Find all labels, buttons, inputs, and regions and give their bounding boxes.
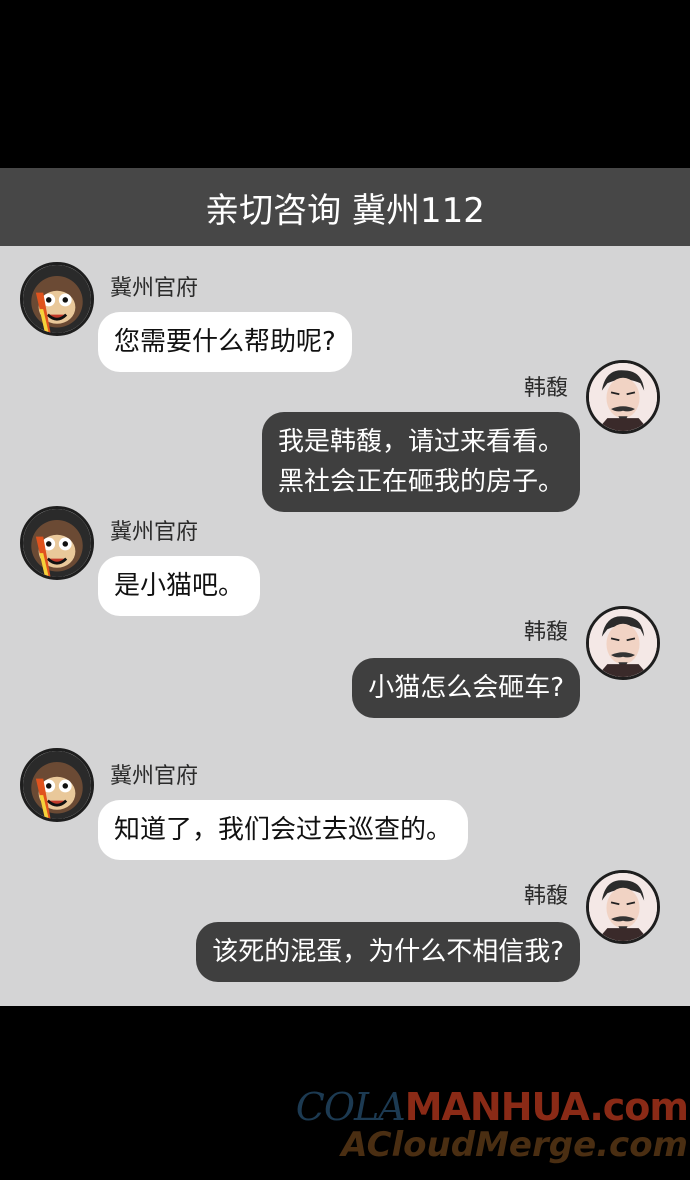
message-bubble-incoming: 您需要什么帮助呢? bbox=[98, 312, 352, 372]
chat-header: 亲切咨询 冀州112 bbox=[0, 168, 690, 246]
message-text: 该死的混蛋，为什么不相信我? bbox=[212, 937, 564, 967]
chat-panel: 亲切咨询 冀州112 冀州官府 您需要什么帮助呢? 韩馥 我是韩馥，请过来看看。… bbox=[0, 168, 690, 1006]
message-bubble-outgoing: 该死的混蛋，为什么不相信我? bbox=[196, 922, 580, 982]
message-bubble-outgoing: 小猫怎么会砸车? bbox=[352, 658, 580, 718]
message-text: 我是韩馥，请过来看看。 bbox=[277, 427, 564, 457]
monkey-avatar-icon bbox=[20, 748, 94, 822]
message-text: 您需要什么帮助呢? bbox=[114, 327, 336, 357]
man-avatar-icon bbox=[586, 606, 660, 680]
watermark-part-2: MANHUA.com bbox=[404, 1085, 689, 1129]
message-bubble-incoming: 是小猫吧。 bbox=[98, 556, 261, 616]
man-avatar-icon bbox=[586, 360, 660, 434]
message-bubble-incoming: 知道了，我们会过去巡查的。 bbox=[98, 800, 469, 860]
message-text: 是小猫吧。 bbox=[114, 571, 245, 601]
sender-name: 韩馥 bbox=[523, 620, 568, 645]
watermark-part-1: COLA bbox=[295, 1085, 406, 1129]
chat-title: 亲切咨询 冀州112 bbox=[205, 190, 485, 231]
message-bubble-outgoing: 我是韩馥，请过来看看。 黑社会正在砸我的房子。 bbox=[261, 412, 580, 512]
message-text: 黑社会正在砸我的房子。 bbox=[277, 467, 564, 497]
message-text: 知道了，我们会过去巡查的。 bbox=[114, 815, 453, 845]
monkey-avatar-icon bbox=[20, 262, 94, 336]
sender-name: 韩馥 bbox=[523, 376, 568, 401]
watermark-line-2: ACloudMerge.com bbox=[341, 1125, 688, 1165]
sender-name: 冀州官府 bbox=[110, 764, 199, 789]
sender-name: 冀州官府 bbox=[110, 276, 199, 301]
sender-name: 韩馥 bbox=[523, 884, 568, 909]
watermark-line-1: COLAMANHUA.com bbox=[292, 1085, 689, 1129]
sender-name: 冀州官府 bbox=[110, 520, 199, 545]
man-avatar-icon bbox=[586, 870, 660, 944]
monkey-avatar-icon bbox=[20, 506, 94, 580]
watermark: COLAMANHUA.com ACloudMerge.com bbox=[292, 1085, 689, 1165]
message-text: 小猫怎么会砸车? bbox=[368, 673, 564, 703]
